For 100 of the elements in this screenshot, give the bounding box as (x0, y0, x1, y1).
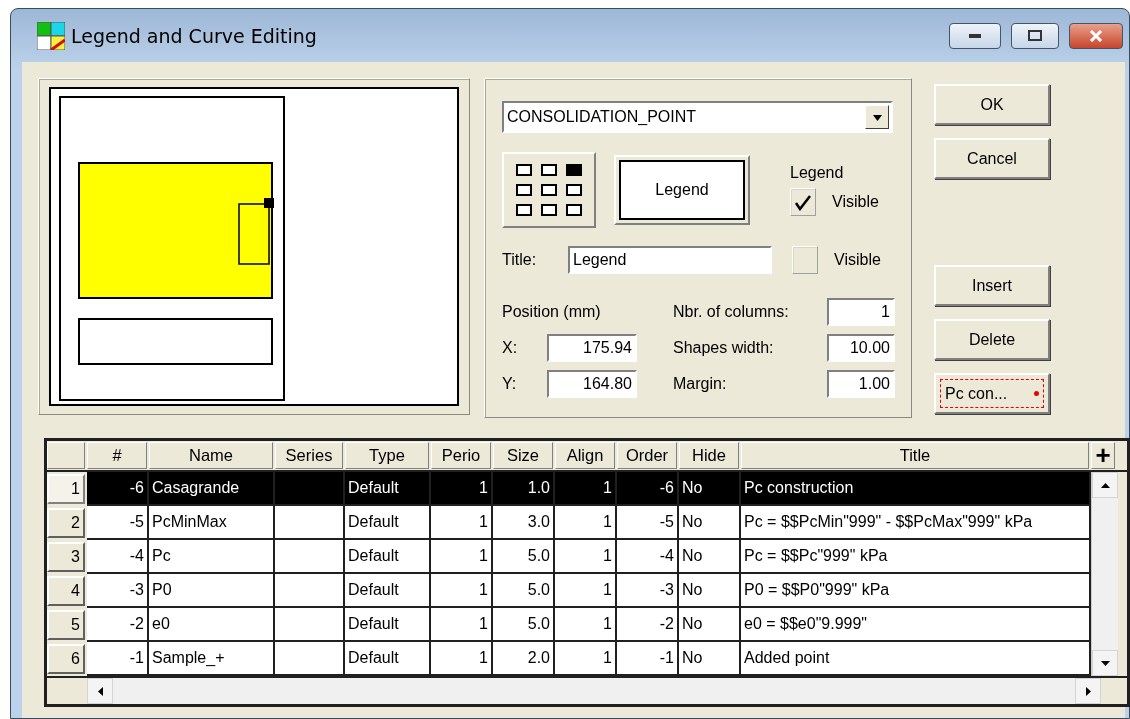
checkbox-label: Visible (832, 193, 879, 211)
table-cell: P0 = $$P0"999" kPa (741, 574, 1091, 608)
anchor-position-option[interactable] (516, 164, 533, 176)
column-header[interactable]: Series (275, 442, 343, 469)
row-header[interactable]: 6 (47, 644, 85, 674)
table-cell: 1 (431, 506, 493, 540)
row-header[interactable]: 2 (47, 508, 85, 538)
anchor-position-option[interactable] (541, 164, 557, 176)
position-label: Position (mm) (502, 303, 602, 321)
scroll-down-icon (1100, 658, 1110, 668)
table-cell: 5.0 (493, 608, 555, 642)
dialog-button[interactable]: Insert (934, 265, 1050, 306)
table-cell: 1 (431, 574, 493, 608)
table-cell: No (679, 472, 741, 506)
table-cell: -6 (617, 472, 679, 506)
table-cell: e0 (149, 608, 275, 642)
legend-group-label: Legend (790, 164, 845, 182)
table-cell: Default (345, 472, 431, 506)
table-cell (275, 506, 345, 540)
dialog-button[interactable]: Pc con... (934, 373, 1050, 414)
anchor-position-option[interactable] (565, 204, 582, 216)
shapes-width-label: Shapes width: (673, 339, 775, 357)
anchor-position-option[interactable] (541, 184, 557, 196)
table-cell: -4 (617, 540, 679, 574)
row-header[interactable]: 4 (47, 576, 85, 606)
minimize-button[interactable] (949, 22, 1001, 49)
table-cell: 1 (555, 642, 617, 676)
column-header[interactable]: Name (149, 442, 273, 469)
legend-sample-text: Legend (655, 181, 709, 199)
title-visible-checkbox[interactable] (792, 246, 818, 274)
column-header[interactable]: Order (617, 442, 677, 469)
table-cell: 1 (555, 472, 617, 506)
anchor-position-option[interactable] (516, 184, 533, 196)
corner-header (47, 442, 85, 469)
column-header[interactable]: Align (555, 442, 615, 469)
x-label: X: (502, 339, 519, 357)
row-header[interactable]: 1 (47, 474, 85, 504)
row-header[interactable]: 3 (47, 542, 85, 572)
table-cell (275, 540, 345, 574)
table-cell: Default (345, 540, 431, 574)
vertical-scrollbar[interactable] (1091, 472, 1118, 676)
table-cell: 1 (555, 506, 617, 540)
scroll-left-icon (95, 686, 105, 696)
curve-dropdown[interactable]: CONSOLIDATION_POINT (502, 101, 893, 133)
table-cell: 1 (431, 608, 493, 642)
title-input[interactable]: Legend (568, 246, 772, 274)
close-button[interactable] (1069, 22, 1123, 49)
dialog-button[interactable]: OK (934, 84, 1050, 125)
table-cell: 1 (431, 472, 493, 506)
y-input[interactable]: 164.80 (547, 370, 637, 398)
table-cell: 1 (555, 574, 617, 608)
table-cell: No (679, 642, 741, 676)
legend-visible-checkbox[interactable] (790, 188, 816, 216)
checkmark-icon (794, 193, 812, 211)
table-cell: -5 (87, 506, 149, 540)
app-logo-icon (37, 21, 65, 50)
table-cell: Default (345, 642, 431, 676)
table-cell: -4 (87, 540, 149, 574)
table-cell (275, 574, 345, 608)
anchor-position-option[interactable] (516, 204, 533, 216)
column-header[interactable]: Size (493, 442, 553, 469)
maximize-button[interactable] (1011, 22, 1059, 49)
dialog-button[interactable]: Cancel (934, 138, 1050, 179)
column-header[interactable]: Perio (431, 442, 491, 469)
table-cell: -3 (87, 574, 149, 608)
column-header[interactable]: Type (345, 442, 429, 469)
column-header[interactable]: Hide (679, 442, 739, 469)
anchor-position-option[interactable] (565, 164, 582, 176)
table-cell: -5 (617, 506, 679, 540)
table-cell: 1.0 (493, 472, 555, 506)
margin-input[interactable]: 1.00 (827, 370, 895, 398)
table-cell: No (679, 608, 741, 642)
table-cell: Added point (741, 642, 1091, 676)
minimize-icon (969, 33, 981, 38)
anchor-position-option[interactable] (565, 184, 582, 196)
table-cell: 1 (555, 608, 617, 642)
table-cell: No (679, 540, 741, 574)
dropdown-arrow-icon (872, 112, 882, 122)
table-cell: -3 (617, 574, 679, 608)
add-column-button[interactable]: + (1091, 442, 1115, 469)
x-input[interactable]: 175.94 (547, 334, 637, 362)
table-cell: PcMinMax (149, 506, 275, 540)
horizontal-scrollbar[interactable] (87, 678, 1101, 704)
table-cell: e0 = $$e0"9.999" (741, 608, 1091, 642)
table-cell: Casagrande (149, 472, 275, 506)
table-cell: Default (345, 608, 431, 642)
scroll-right-icon (1083, 686, 1093, 696)
table-cell: Pc = $$Pc"999" kPa (741, 540, 1091, 574)
column-header[interactable]: # (87, 442, 147, 469)
table-cell: 1 (431, 540, 493, 574)
scroll-up-icon (1100, 480, 1110, 490)
table-cell: -1 (617, 642, 679, 676)
dialog-button[interactable]: Delete (934, 319, 1050, 360)
row-header[interactable]: 5 (47, 610, 85, 640)
column-header[interactable]: Title (741, 442, 1089, 469)
anchor-position-option[interactable] (541, 204, 557, 216)
table-cell: -2 (617, 608, 679, 642)
table-cell: -2 (87, 608, 149, 642)
columns-input[interactable]: 1 (827, 298, 895, 326)
shapes-width-input[interactable]: 10.00 (827, 334, 895, 362)
